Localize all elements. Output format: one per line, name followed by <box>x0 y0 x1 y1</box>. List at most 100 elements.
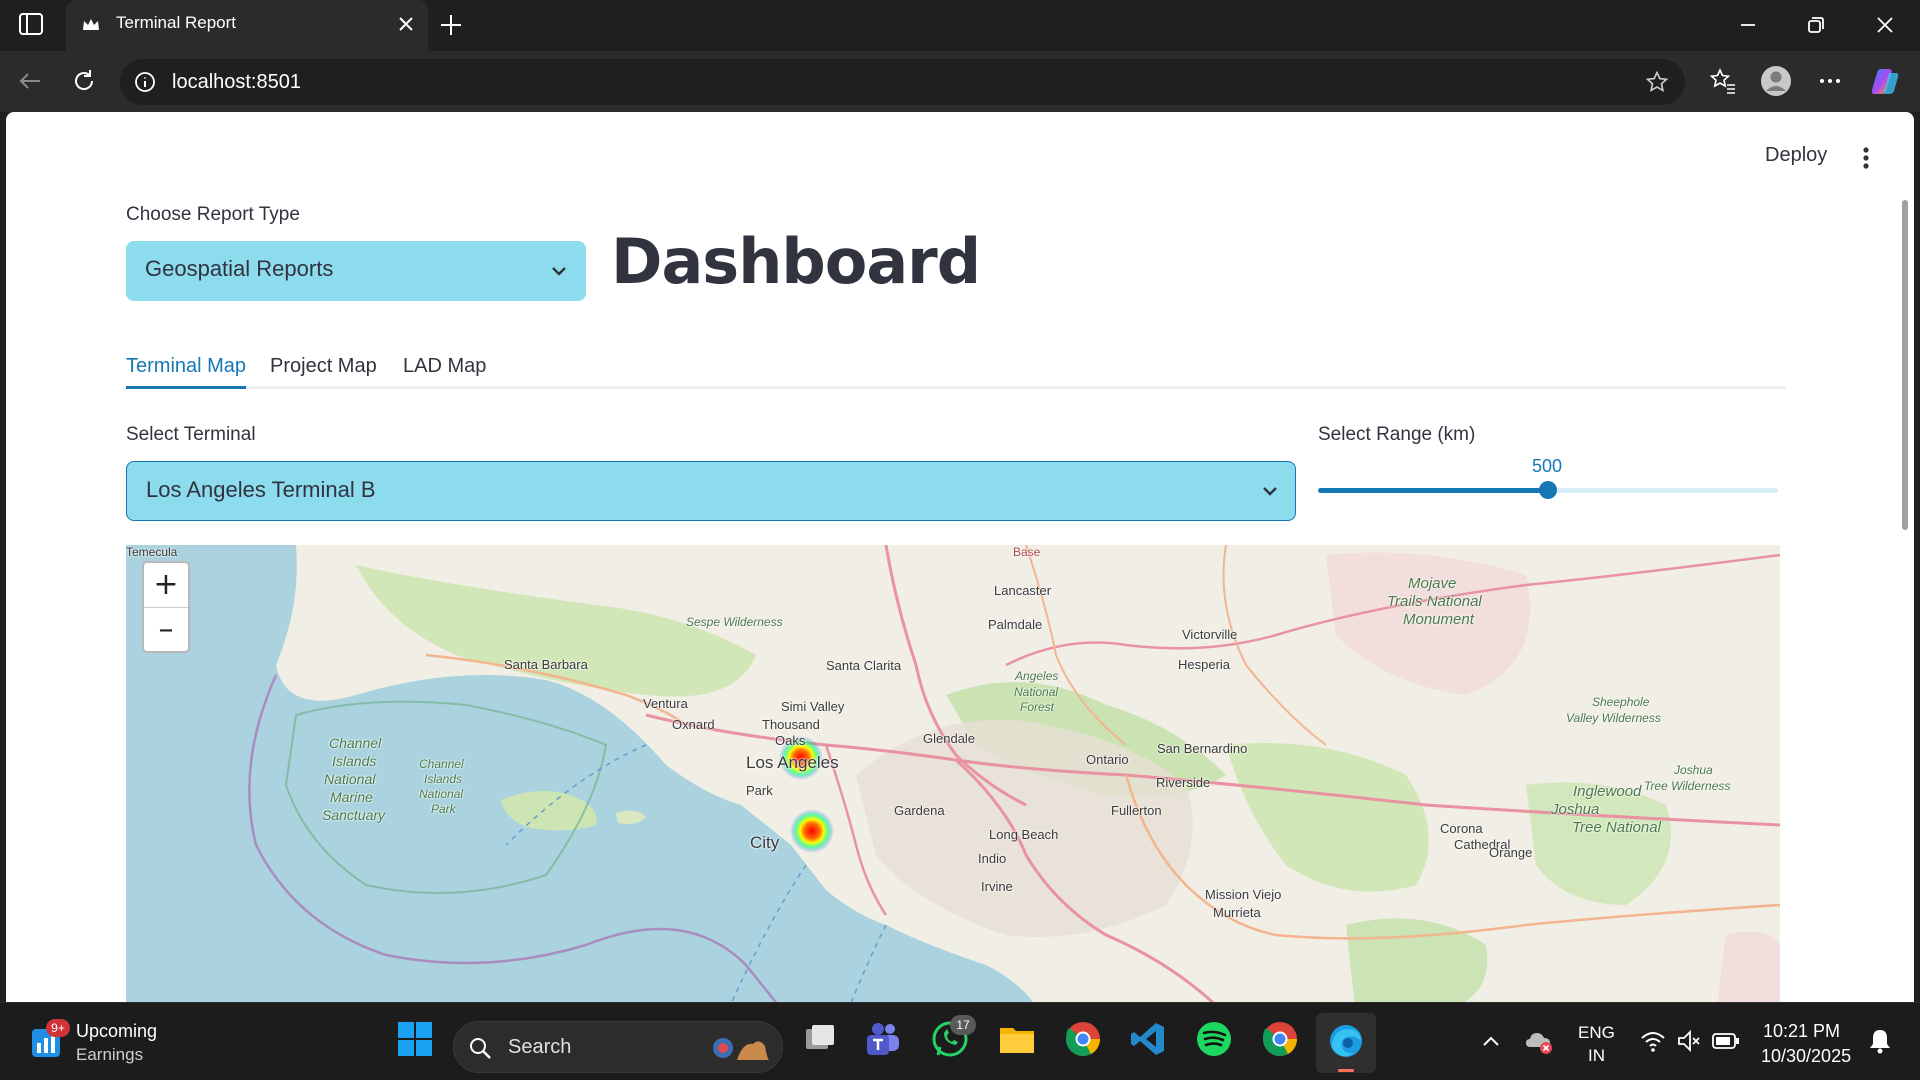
map-place-label: Fullerton <box>1111 803 1162 818</box>
browser-tab[interactable]: Terminal Report <box>66 0 428 51</box>
terminal-map[interactable]: Base Lancaster Palmdale Sespe Wilderness Vic… <box>126 545 1780 1002</box>
search-icon <box>470 1038 491 1059</box>
spotify-icon[interactable] <box>1194 1019 1234 1059</box>
more-options-icon[interactable] <box>1814 65 1846 97</box>
map-place-label: Irvine <box>981 879 1013 894</box>
browser-tab-bar: Terminal Report <box>0 0 1920 51</box>
map-place-label: Los Angeles <box>746 753 839 772</box>
map-place-label: Sanctuary <box>322 807 386 823</box>
battery-icon[interactable] <box>1712 1031 1740 1051</box>
map-place-label: Simi Valley <box>781 699 845 714</box>
range-slider[interactable] <box>1318 481 1778 499</box>
close-tab-icon[interactable] <box>394 12 418 36</box>
vscode-icon[interactable] <box>1128 1019 1168 1059</box>
restore-icon[interactable] <box>1803 12 1829 38</box>
streamlit-crown-icon <box>83 19 99 30</box>
search-placeholder: Search <box>508 1036 572 1058</box>
windows-start-icon[interactable] <box>395 1019 435 1059</box>
deploy-button[interactable]: Deploy <box>1765 144 1827 167</box>
taskbar-search[interactable]: Search <box>453 1021 783 1073</box>
language-line1[interactable]: ENG <box>1578 1023 1615 1043</box>
favorite-star-icon[interactable] <box>1645 70 1669 94</box>
tab-terminal-map[interactable]: Terminal Map <box>126 355 246 378</box>
new-tab-icon[interactable] <box>438 12 464 38</box>
map-place-label: Temecula <box>126 545 178 559</box>
widget-line2: Earnings <box>76 1045 144 1064</box>
tab-lad-map[interactable]: LAD Map <box>403 355 486 378</box>
map-place-label: Park <box>431 802 456 816</box>
range-slider-fill <box>1318 488 1548 493</box>
refresh-icon[interactable] <box>69 66 99 96</box>
url-text[interactable]: localhost:8501 <box>172 71 301 94</box>
active-tab-indicator <box>126 386 246 389</box>
notifications-bell-icon[interactable] <box>1866 1027 1894 1055</box>
map-place-label: Inglewood <box>1573 783 1642 800</box>
map-place-label: Forest <box>1020 700 1055 714</box>
tab-actions-icon[interactable] <box>18 12 44 36</box>
language-line2[interactable]: IN <box>1588 1046 1605 1066</box>
windows-taskbar: 9+ Upcoming Earnings Search 17 ENG IN 10… <box>0 1002 1920 1080</box>
report-type-select[interactable]: Geospatial Reports <box>126 241 586 301</box>
map-place-label: Santa Clarita <box>826 658 902 673</box>
zoom-out-button[interactable]: – <box>144 608 188 652</box>
favorites-icon[interactable] <box>1707 65 1739 97</box>
map-place-label: Tree National <box>1572 819 1661 836</box>
page-scrollbar[interactable] <box>1900 200 1910 1000</box>
edge-icon <box>1330 1025 1362 1057</box>
widgets-button[interactable]: 9+ Upcoming Earnings <box>24 1017 174 1067</box>
main-menu-icon[interactable] <box>1860 144 1872 172</box>
map-place-label: San Bernardino <box>1157 741 1248 756</box>
map-place-label: Lancaster <box>994 583 1052 598</box>
whatsapp-button[interactable]: 17 <box>930 1015 976 1061</box>
map-place-label: City <box>750 833 780 852</box>
map-place-label: Riverside <box>1156 775 1211 790</box>
widget-badge: 9+ <box>46 1019 70 1037</box>
map-place-label: Glendale <box>923 731 976 746</box>
map-tabs: Terminal Map Project Map LAD Map <box>126 345 1786 389</box>
wifi-icon[interactable] <box>1640 1029 1666 1053</box>
tab-title: Terminal Report <box>116 13 236 32</box>
file-explorer-icon[interactable] <box>997 1019 1037 1059</box>
report-type-value: Geospatial Reports <box>145 256 334 281</box>
task-view-icon[interactable] <box>800 1019 840 1059</box>
copilot-icon[interactable] <box>1869 65 1901 97</box>
tab-project-map[interactable]: Project Map <box>270 355 377 378</box>
profile-avatar-icon[interactable] <box>1760 65 1792 97</box>
map-place-label: Channel <box>419 757 464 771</box>
range-slider-thumb[interactable] <box>1539 481 1557 499</box>
map-place-label: Park <box>746 783 773 798</box>
map-place-label: Oaks <box>775 733 806 748</box>
chrome-icon[interactable] <box>1063 1019 1103 1059</box>
map-place-label: Islands <box>332 753 377 769</box>
terminal-value: Los Angeles Terminal B <box>146 477 376 502</box>
map-place-label: National <box>419 787 464 801</box>
streamlit-app: Deploy Choose Report Type Geospatial Rep… <box>6 112 1914 1002</box>
scrollbar-thumb[interactable] <box>1902 200 1908 530</box>
teams-icon[interactable] <box>863 1019 903 1059</box>
map-place-label: Tree Wilderness <box>1644 779 1731 793</box>
terminal-select[interactable]: Los Angeles Terminal B <box>126 461 1296 521</box>
volume-muted-icon[interactable] <box>1676 1029 1702 1053</box>
clock-date[interactable]: 10/30/2025 <box>1761 1046 1851 1067</box>
active-app-indicator <box>1338 1069 1354 1072</box>
range-value: 500 <box>1532 456 1563 476</box>
map-place-label: Monument <box>1403 611 1474 628</box>
edge-active-button[interactable] <box>1316 1013 1376 1073</box>
whatsapp-badge: 17 <box>950 1015 976 1035</box>
minimize-icon[interactable] <box>1735 12 1761 38</box>
site-info-icon[interactable] <box>134 71 156 93</box>
onedrive-error-icon[interactable] <box>1524 1027 1554 1055</box>
address-bar[interactable]: localhost:8501 <box>120 59 1685 105</box>
close-window-icon[interactable] <box>1872 12 1898 38</box>
map-place-label: Valley Wilderness <box>1566 711 1661 725</box>
map-place-label: National <box>324 771 376 787</box>
back-arrow-icon[interactable] <box>15 66 45 96</box>
chrome-profile-icon[interactable] <box>1260 1019 1300 1059</box>
clock-time[interactable]: 10:21 PM <box>1763 1021 1840 1042</box>
map-place-label: Joshua <box>1551 801 1600 818</box>
terminal-label: Select Terminal <box>126 424 256 445</box>
map-place-label: Santa Barbara <box>504 657 588 672</box>
map-place-label: Marine <box>330 789 373 805</box>
zoom-in-button[interactable]: + <box>144 563 188 607</box>
show-hidden-icons-chevron[interactable] <box>1480 1031 1502 1053</box>
